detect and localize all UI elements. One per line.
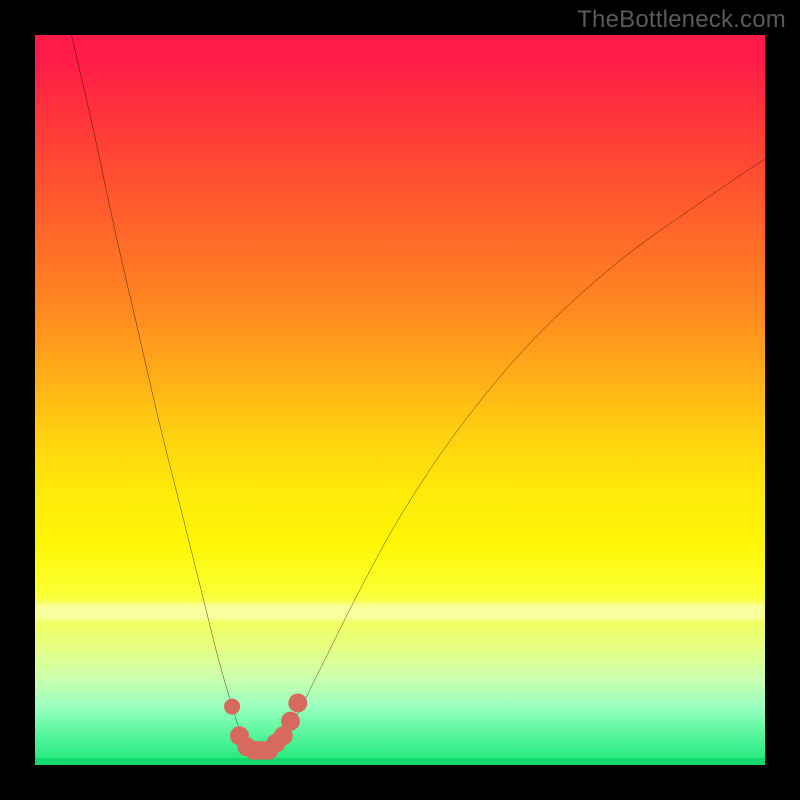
chart-frame: TheBottleneck.com: [0, 0, 800, 800]
curve-markers: [224, 693, 307, 759]
curve-marker: [288, 693, 307, 712]
curve-layer: [35, 35, 765, 765]
bottleneck-curve: [72, 35, 766, 751]
curve-marker: [224, 699, 240, 715]
curve-marker: [281, 712, 300, 731]
watermark-text: TheBottleneck.com: [577, 6, 786, 34]
plot-area: [35, 35, 765, 765]
